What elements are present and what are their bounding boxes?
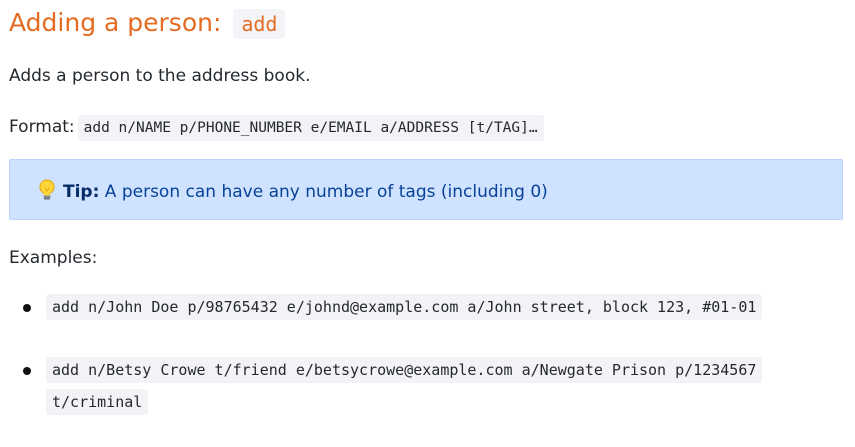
bullet-icon <box>23 367 31 375</box>
format-label: Format: <box>9 117 75 137</box>
examples-list: add n/John Doe p/98765432 e/johnd@exampl… <box>9 292 843 418</box>
example-code: add n/Betsy Crowe t/friend e/betsycrowe@… <box>46 357 763 415</box>
list-item: add n/John Doe p/98765432 e/johnd@exampl… <box>9 292 843 355</box>
tip-line: Tip: A person can have any number of tag… <box>37 179 548 204</box>
format-line: Format: add n/NAME p/PHONE_NUMBER e/EMAIL… <box>9 115 544 141</box>
tip-text: A person can have any number of tags (in… <box>104 182 548 202</box>
section-heading: Adding a person: add <box>9 4 286 43</box>
description-text: Adds a person to the address book. <box>9 66 311 86</box>
tip-box: Tip: A person can have any number of tag… <box>9 159 843 220</box>
tip-label: Tip: <box>63 182 100 202</box>
heading-code: add <box>233 9 286 39</box>
heading-text: Adding a person: <box>9 8 222 37</box>
examples-label: Examples: <box>9 248 98 268</box>
bullet-icon <box>23 304 31 312</box>
format-code: add n/NAME p/PHONE_NUMBER e/EMAIL a/ADDR… <box>77 115 544 141</box>
example-code: add n/John Doe p/98765432 e/johnd@exampl… <box>46 294 763 320</box>
lightbulb-icon <box>37 179 57 204</box>
list-item: add n/Betsy Crowe t/friend e/betsycrowe@… <box>9 355 843 418</box>
